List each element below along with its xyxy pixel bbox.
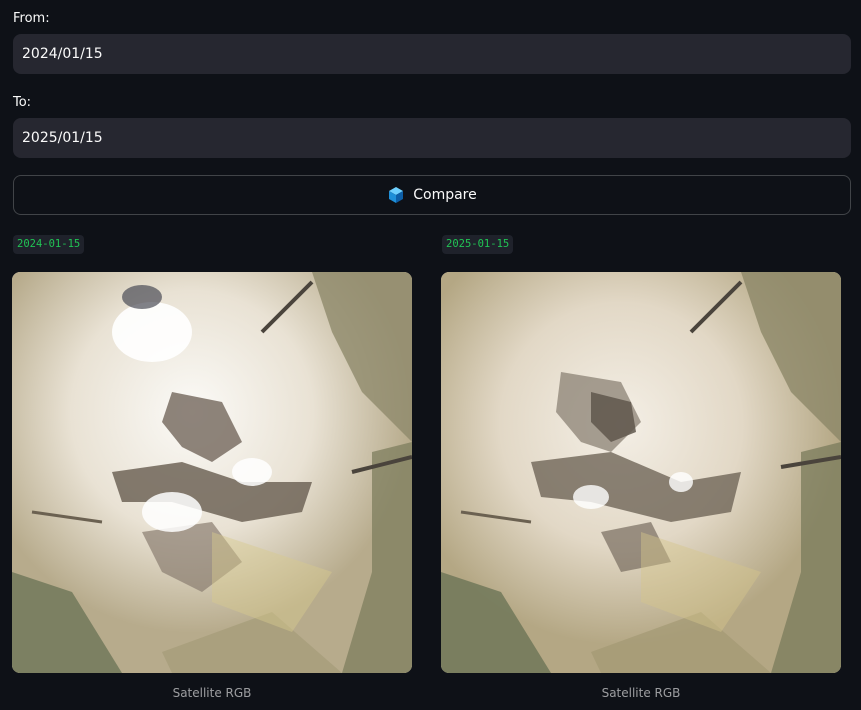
cube-icon <box>387 186 405 204</box>
date-tag-left: 2024-01-15 <box>13 235 85 254</box>
satellite-image-left <box>12 272 412 673</box>
to-date-input[interactable] <box>13 118 851 158</box>
compare-button-label: Compare <box>413 187 477 203</box>
caption-left: Satellite RGB <box>172 686 252 700</box>
compare-button[interactable]: Compare <box>13 175 851 215</box>
satellite-image-right <box>441 272 841 673</box>
caption-right: Satellite RGB <box>601 686 681 700</box>
from-label: From: <box>13 11 50 26</box>
from-date-input[interactable] <box>13 34 851 74</box>
date-tag-right: 2025-01-15 <box>442 235 514 254</box>
to-label: To: <box>13 95 32 110</box>
app-root: From: To: Compare 2024-01-15 <box>0 0 861 710</box>
